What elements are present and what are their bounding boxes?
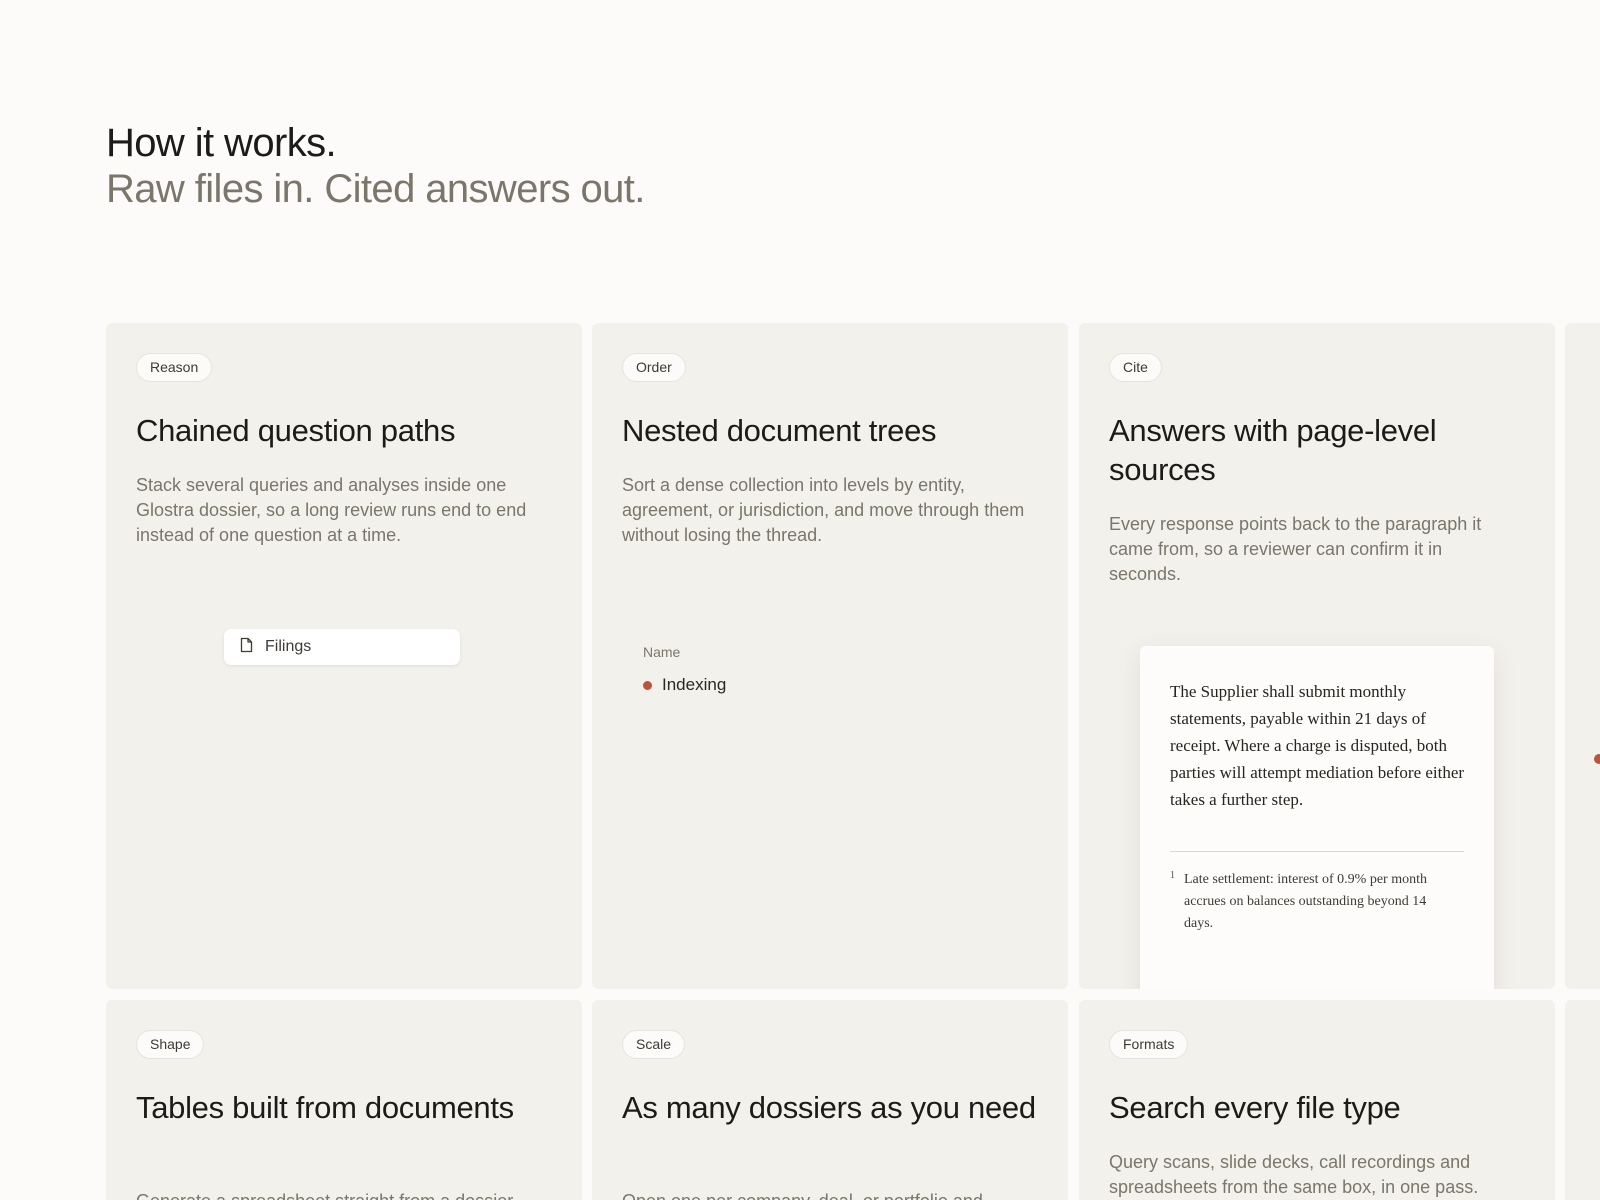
feature-grid: Reason Chained question paths Stack seve…	[0, 0, 1600, 1200]
card-title: Tables built from documents	[136, 1090, 514, 1125]
card-title: Nested document trees	[622, 413, 937, 448]
card-description: Stack several queries and analyses insid…	[136, 475, 527, 545]
status-dot-icon	[1594, 754, 1600, 764]
filings-chip[interactable]: Filings	[224, 629, 460, 665]
footnote: 1 Late settlement: interest of 0.9% per …	[1170, 869, 1464, 935]
status-dot-icon	[643, 680, 652, 690]
card-description: Open one per company, deal, or portfolio…	[622, 1189, 1032, 1200]
file-icon	[240, 637, 253, 658]
feature-card-partial	[1565, 323, 1600, 989]
card-tag: Order	[622, 353, 686, 382]
card-tag: Cite	[1109, 353, 1162, 382]
feature-card-cite: Cite Answers with page-level sources Eve…	[1079, 323, 1555, 989]
card-tag: Reason	[136, 353, 213, 382]
card-tag: Scale	[622, 1030, 686, 1059]
feature-card-formats: Formats Search every file type Query sca…	[1079, 1000, 1555, 1200]
feature-card-reason: Reason Chained question paths Stack seve…	[106, 323, 582, 989]
footnote-divider	[1170, 851, 1464, 852]
cited-document-preview: The Supplier shall submit monthly statem…	[1140, 646, 1494, 989]
card-description: Query scans, slide decks, call recording…	[1109, 1152, 1479, 1197]
feature-card-order: Order Nested document trees Sort a dense…	[592, 323, 1068, 989]
card-title: Search every file type	[1109, 1090, 1401, 1125]
chip-label: Filings	[265, 638, 312, 655]
tree-item-label: Indexing	[662, 675, 727, 694]
footnote-text: Late settlement: interest of 0.9% per mo…	[1184, 872, 1427, 931]
card-description: Sort a dense collection into levels by e…	[622, 475, 1025, 545]
card-title: Chained question paths	[136, 413, 456, 448]
footnote-number: 1	[1170, 870, 1175, 881]
card-title: Answers with page-level sources	[1109, 413, 1437, 487]
tree-column-header: Name	[643, 644, 681, 660]
card-tag: Formats	[1109, 1030, 1189, 1059]
card-title: As many dossiers as you need	[622, 1090, 1036, 1125]
tree-item[interactable]: Indexing	[643, 675, 726, 695]
feature-card-scale: Scale As many dossiers as you need Open …	[592, 1000, 1068, 1200]
card-description: Generate a spreadsheet straight from a d…	[136, 1189, 546, 1200]
card-description: Every response points back to the paragr…	[1109, 514, 1482, 584]
document-paragraph: The Supplier shall submit monthly statem…	[1170, 682, 1465, 809]
card-tag: Shape	[136, 1030, 205, 1059]
feature-card-shape: Shape Tables built from documents Genera…	[106, 1000, 582, 1200]
feature-card-partial	[1565, 1000, 1600, 1200]
